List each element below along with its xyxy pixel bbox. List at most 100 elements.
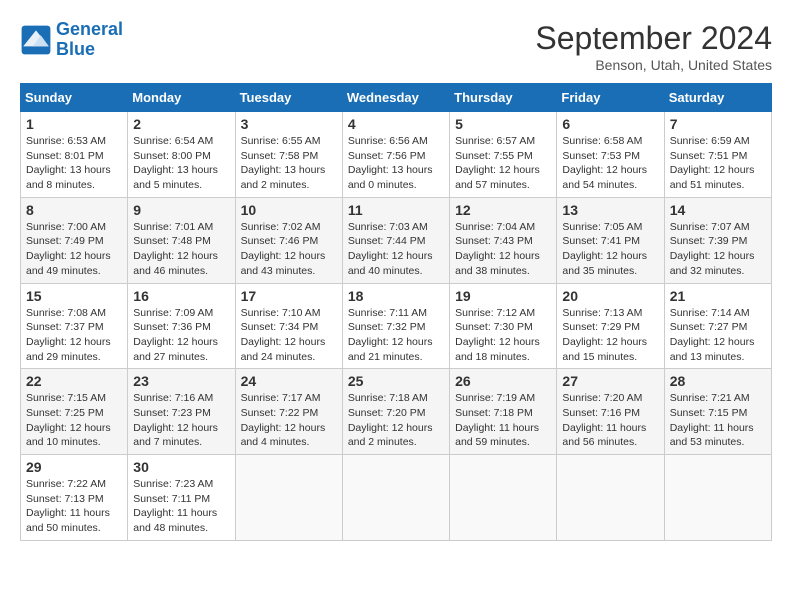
calendar-cell: 18 Sunrise: 7:11 AMSunset: 7:32 PMDayligh… [342,283,449,369]
calendar-cell: 12 Sunrise: 7:04 AMSunset: 7:43 PMDayligh… [450,197,557,283]
calendar-cell: 6 Sunrise: 6:58 AMSunset: 7:53 PMDaylight… [557,112,664,198]
header-cell-tuesday: Tuesday [235,84,342,112]
day-detail: Sunrise: 7:14 AMSunset: 7:27 PMDaylight:… [670,306,766,365]
day-number: 12 [455,202,551,218]
day-detail: Sunrise: 6:57 AMSunset: 7:55 PMDaylight:… [455,134,551,193]
week-row-2: 8Sunrise: 7:00 AMSunset: 7:49 PMDaylight… [21,197,772,283]
logo: General Blue [20,20,123,60]
day-number: 26 [455,373,551,389]
header-cell-monday: Monday [128,84,235,112]
calendar-cell: 14 Sunrise: 7:07 AMSunset: 7:39 PMDayligh… [664,197,771,283]
calendar-cell [557,455,664,541]
day-number: 25 [348,373,444,389]
header-cell-sunday: Sunday [21,84,128,112]
day-detail: Sunrise: 6:54 AMSunset: 8:00 PMDaylight:… [133,134,229,193]
day-detail: Sunrise: 7:11 AMSunset: 7:32 PMDaylight:… [348,306,444,365]
calendar-cell: 10 Sunrise: 7:02 AMSunset: 7:46 PMDayligh… [235,197,342,283]
calendar-cell: 15 Sunrise: 7:08 AMSunset: 7:37 PMDayligh… [21,283,128,369]
day-detail: Sunrise: 7:15 AMSunset: 7:25 PMDaylight:… [26,391,122,450]
calendar-cell: 7Sunrise: 6:59 AMSunset: 7:51 PMDaylight… [664,112,771,198]
day-number: 22 [26,373,122,389]
calendar-cell: 2 Sunrise: 6:54 AMSunset: 8:00 PMDaylight… [128,112,235,198]
calendar-cell: 1 Sunrise: 6:53 AMSunset: 8:01 PMDaylight… [21,112,128,198]
day-number: 1 [26,116,122,132]
calendar-cell [235,455,342,541]
day-detail: Sunrise: 7:08 AMSunset: 7:37 PMDaylight:… [26,306,122,365]
header-row: SundayMondayTuesdayWednesdayThursdayFrid… [21,84,772,112]
day-number: 19 [455,288,551,304]
day-number: 27 [562,373,658,389]
day-detail: Sunrise: 7:13 AMSunset: 7:29 PMDaylight:… [562,306,658,365]
day-number: 2 [133,116,229,132]
header-cell-thursday: Thursday [450,84,557,112]
header-cell-friday: Friday [557,84,664,112]
calendar-cell: 11 Sunrise: 7:03 AMSunset: 7:44 PMDayligh… [342,197,449,283]
day-number: 20 [562,288,658,304]
day-number: 14 [670,202,766,218]
day-number: 15 [26,288,122,304]
day-number: 29 [26,459,122,475]
logo-text: General Blue [56,20,123,60]
day-detail: Sunrise: 6:59 AMSunset: 7:51 PMDaylight:… [670,134,766,193]
header-cell-saturday: Saturday [664,84,771,112]
week-row-3: 15 Sunrise: 7:08 AMSunset: 7:37 PMDayligh… [21,283,772,369]
day-number: 24 [241,373,337,389]
calendar-cell: 26Sunrise: 7:19 AMSunset: 7:18 PMDayligh… [450,369,557,455]
day-number: 16 [133,288,229,304]
calendar-cell: 25 Sunrise: 7:18 AMSunset: 7:20 PMDayligh… [342,369,449,455]
day-number: 4 [348,116,444,132]
day-detail: Sunrise: 7:18 AMSunset: 7:20 PMDaylight:… [348,391,444,450]
calendar-cell: 3Sunrise: 6:55 AMSunset: 7:58 PMDaylight… [235,112,342,198]
day-number: 23 [133,373,229,389]
day-number: 6 [562,116,658,132]
calendar-cell: 24 Sunrise: 7:17 AMSunset: 7:22 PMDayligh… [235,369,342,455]
calendar-cell [664,455,771,541]
day-number: 9 [133,202,229,218]
day-detail: Sunrise: 7:03 AMSunset: 7:44 PMDaylight:… [348,220,444,279]
day-detail: Sunrise: 7:04 AMSunset: 7:43 PMDaylight:… [455,220,551,279]
calendar-cell: 8Sunrise: 7:00 AMSunset: 7:49 PMDaylight… [21,197,128,283]
day-detail: Sunrise: 7:10 AMSunset: 7:34 PMDaylight:… [241,306,337,365]
calendar-cell: 19 Sunrise: 7:12 AMSunset: 7:30 PMDayligh… [450,283,557,369]
day-detail: Sunrise: 7:20 AMSunset: 7:16 PMDaylight:… [562,391,658,450]
calendar-cell: 21Sunrise: 7:14 AMSunset: 7:27 PMDayligh… [664,283,771,369]
calendar-cell: 17 Sunrise: 7:10 AMSunset: 7:34 PMDayligh… [235,283,342,369]
calendar-cell: 20 Sunrise: 7:13 AMSunset: 7:29 PMDayligh… [557,283,664,369]
day-detail: Sunrise: 6:58 AMSunset: 7:53 PMDaylight:… [562,134,658,193]
day-detail: Sunrise: 7:12 AMSunset: 7:30 PMDaylight:… [455,306,551,365]
header-cell-wednesday: Wednesday [342,84,449,112]
calendar-cell: 5Sunrise: 6:57 AMSunset: 7:55 PMDaylight… [450,112,557,198]
calendar-cell: 30Sunrise: 7:23 AMSunset: 7:11 PMDayligh… [128,455,235,541]
day-number: 8 [26,202,122,218]
day-number: 17 [241,288,337,304]
day-number: 10 [241,202,337,218]
day-detail: Sunrise: 6:56 AMSunset: 7:56 PMDaylight:… [348,134,444,193]
day-number: 3 [241,116,337,132]
page-header: General Blue September 2024 Benson, Utah… [20,20,772,73]
day-detail: Sunrise: 7:07 AMSunset: 7:39 PMDaylight:… [670,220,766,279]
day-detail: Sunrise: 7:01 AMSunset: 7:48 PMDaylight:… [133,220,229,279]
logo-icon [20,24,52,56]
day-detail: Sunrise: 7:17 AMSunset: 7:22 PMDaylight:… [241,391,337,450]
day-number: 28 [670,373,766,389]
day-detail: Sunrise: 7:22 AMSunset: 7:13 PMDaylight:… [26,477,122,536]
calendar-table: SundayMondayTuesdayWednesdayThursdayFrid… [20,83,772,541]
day-number: 13 [562,202,658,218]
subtitle: Benson, Utah, United States [535,57,772,73]
day-number: 18 [348,288,444,304]
day-number: 30 [133,459,229,475]
calendar-cell: 4 Sunrise: 6:56 AMSunset: 7:56 PMDaylight… [342,112,449,198]
calendar-cell [450,455,557,541]
day-detail: Sunrise: 6:53 AMSunset: 8:01 PMDaylight:… [26,134,122,193]
main-title: September 2024 [535,20,772,57]
calendar-cell [342,455,449,541]
title-block: September 2024 Benson, Utah, United Stat… [535,20,772,73]
day-detail: Sunrise: 7:02 AMSunset: 7:46 PMDaylight:… [241,220,337,279]
calendar-cell: 29 Sunrise: 7:22 AMSunset: 7:13 PMDayligh… [21,455,128,541]
day-detail: Sunrise: 7:21 AMSunset: 7:15 PMDaylight:… [670,391,766,450]
calendar-cell: 28 Sunrise: 7:21 AMSunset: 7:15 PMDayligh… [664,369,771,455]
day-number: 11 [348,202,444,218]
week-row-5: 29 Sunrise: 7:22 AMSunset: 7:13 PMDayligh… [21,455,772,541]
calendar-cell: 23Sunrise: 7:16 AMSunset: 7:23 PMDayligh… [128,369,235,455]
day-detail: Sunrise: 7:09 AMSunset: 7:36 PMDaylight:… [133,306,229,365]
